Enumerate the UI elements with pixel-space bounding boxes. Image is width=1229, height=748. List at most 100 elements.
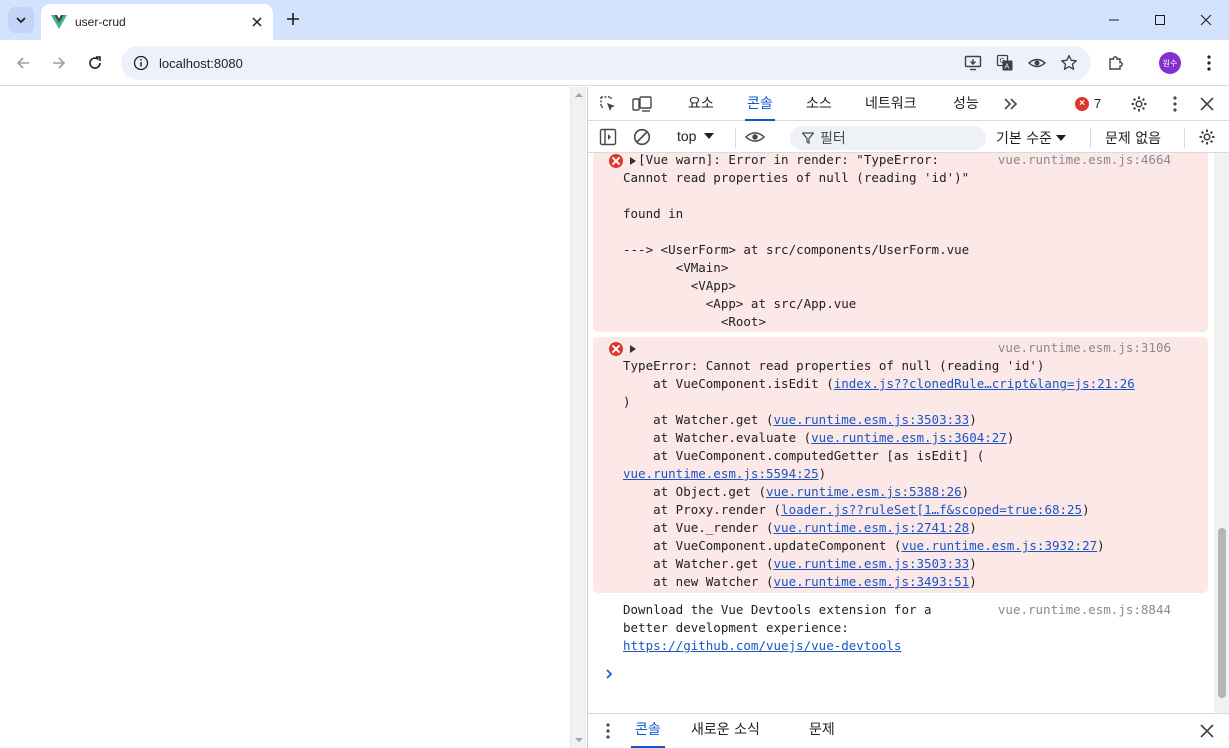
drawer-menu-icon[interactable] <box>598 721 618 741</box>
address-bar[interactable]: localhost:8080 GA <box>121 46 1091 80</box>
console-scrollbar[interactable] <box>1214 153 1229 713</box>
caret-down-icon <box>704 133 715 139</box>
scroll-down-icon[interactable] <box>575 736 583 744</box>
console-message-error[interactable]: [Vue warn]: Error in render: "TypeError:… <box>593 153 1208 332</box>
message-line: <App> at src/App.vue <box>623 296 857 311</box>
console-message-info[interactable]: Download the Vue Devtools extension for … <box>593 599 1208 659</box>
drawer-tab-issues[interactable]: 문제 <box>809 714 835 748</box>
context-value: top <box>677 128 697 144</box>
tab-network[interactable]: 네트워크 <box>865 87 917 121</box>
tab-sources[interactable]: 소스 <box>806 87 832 121</box>
console-toolbar: top 필터 기본 수준 문제 없음 <box>588 122 1229 153</box>
filter-placeholder: 필터 <box>820 131 846 147</box>
console-filter-input[interactable]: 필터 <box>790 126 986 150</box>
maximize-icon <box>1155 15 1165 25</box>
live-expression-eye-icon[interactable] <box>745 127 765 147</box>
tab-elements[interactable]: 요소 <box>688 87 714 121</box>
reload-icon <box>89 56 101 69</box>
page-scrollbar[interactable] <box>570 87 586 748</box>
devtools-menu-icon[interactable] <box>1165 94 1185 114</box>
message-source-link[interactable]: vue.runtime.esm.js:8844 <box>998 601 1171 619</box>
inspect-element-icon[interactable] <box>598 94 618 114</box>
window-close-button[interactable] <box>1183 0 1229 40</box>
devtools-drawer: 콘솔 새로운 소식 문제 <box>588 713 1229 748</box>
url-text: localhost:8080 <box>159 55 243 71</box>
message-line: better development experience: <box>623 620 849 635</box>
console-scrollbar-thumb[interactable] <box>1218 528 1226 698</box>
stack-source-link[interactable]: loader.js??ruleSet[1…f&scoped=true:68:25 <box>781 502 1082 517</box>
error-count-badge[interactable]: × 7 <box>1075 96 1101 111</box>
message-line: <Root> <box>623 314 766 329</box>
bookmark-star-icon[interactable] <box>1059 53 1079 73</box>
profile-avatar[interactable]: 원수 <box>1159 52 1181 74</box>
issues-button[interactable]: 문제 없음 <box>1105 128 1161 148</box>
stack-line: at Object.get (vue.runtime.esm.js:5388:2… <box>623 484 970 499</box>
stack-source-link[interactable]: vue.runtime.esm.js:5594:25 <box>623 466 819 481</box>
devtools-download-link[interactable]: https://github.com/vuejs/vue-devtools <box>623 638 901 653</box>
stack-source-link[interactable]: vue.runtime.esm.js:5388:26 <box>766 484 962 499</box>
reload-button[interactable] <box>83 51 107 75</box>
more-vert-icon <box>1207 55 1211 71</box>
extensions-button[interactable] <box>1104 51 1128 75</box>
stack-line: vue.runtime.esm.js:5594:25) <box>623 466 827 481</box>
stack-source-link[interactable]: vue.runtime.esm.js:3604:27 <box>811 430 1007 445</box>
site-info-icon[interactable] <box>131 53 151 73</box>
stack-source-link[interactable]: index.js??clonedRule…cript&lang=js:21:26 <box>834 376 1135 391</box>
devtools-close-icon[interactable] <box>1197 94 1217 114</box>
message-line: <VApp> <box>623 278 736 293</box>
devtools-settings-icon[interactable] <box>1129 94 1149 114</box>
arrow-right-icon <box>53 57 66 69</box>
more-tabs-icon[interactable] <box>1001 94 1021 114</box>
log-levels-dropdown[interactable]: 기본 수준 <box>996 128 1066 148</box>
back-button[interactable] <box>11 51 35 75</box>
forward-button[interactable] <box>47 51 71 75</box>
tab-performance[interactable]: 성능 <box>953 87 979 121</box>
browser-tab[interactable]: user-crud <box>41 4 273 40</box>
minimize-icon <box>1109 19 1119 21</box>
stack-source-link[interactable]: vue.runtime.esm.js:3503:33 <box>774 412 970 427</box>
message-line: found in <box>623 206 684 221</box>
chevron-down-icon <box>16 17 26 24</box>
console-output[interactable]: [Vue warn]: Error in render: "TypeError:… <box>588 153 1214 713</box>
stack-source-link[interactable]: vue.runtime.esm.js:2741:28 <box>774 520 970 535</box>
page-viewport[interactable] <box>0 87 570 748</box>
tab-search-button[interactable] <box>8 7 34 33</box>
devtools-panel: 요소 콘솔 소스 네트워크 성능 × 7 top 필터 기본 수준 문제 없음 … <box>587 87 1229 748</box>
new-tab-button[interactable] <box>282 8 304 30</box>
svg-text:A: A <box>1005 63 1010 71</box>
console-settings-icon[interactable] <box>1197 127 1217 147</box>
tab-close-button[interactable] <box>247 12 267 32</box>
console-prompt-icon[interactable] <box>604 669 614 679</box>
scroll-up-icon[interactable] <box>575 91 583 99</box>
device-toolbar-icon[interactable] <box>632 94 652 114</box>
sidebar-toggle-icon[interactable] <box>598 127 618 147</box>
stack-line: at VueComponent.isEdit (index.js??cloned… <box>623 376 1135 391</box>
clear-console-icon[interactable] <box>632 127 652 147</box>
drawer-tab-console[interactable]: 콘솔 <box>631 714 665 748</box>
error-message: TypeError: Cannot read properties of nul… <box>623 358 1045 373</box>
translate-icon[interactable]: GA <box>995 53 1015 73</box>
tab-title: user-crud <box>75 15 126 29</box>
stack-source-link[interactable]: vue.runtime.esm.js:3932:27 <box>901 538 1097 553</box>
browser-titlebar: user-crud <box>0 0 1229 40</box>
message-line: ---> <UserForm> at src/components/UserFo… <box>623 242 970 257</box>
stack-line: at VueComponent.computedGetter [as isEdi… <box>623 448 985 463</box>
minimize-button[interactable] <box>1091 0 1137 40</box>
drawer-tab-whats-new[interactable]: 새로운 소식 <box>691 714 760 748</box>
error-icon <box>609 154 623 168</box>
context-selector[interactable]: top <box>677 128 715 144</box>
error-count: 7 <box>1094 96 1102 111</box>
console-message-error[interactable]: vue.runtime.esm.js:3106 TypeError: Canno… <box>593 337 1208 593</box>
tab-console[interactable]: 콘솔 <box>745 87 775 121</box>
message-source-link[interactable]: vue.runtime.esm.js:4664 <box>998 153 1171 169</box>
install-app-icon[interactable] <box>963 53 983 73</box>
stack-source-link[interactable]: vue.runtime.esm.js:3503:33 <box>774 556 970 571</box>
message-source-link[interactable]: vue.runtime.esm.js:3106 <box>998 339 1171 357</box>
drawer-close-icon[interactable] <box>1197 721 1217 741</box>
eye-icon[interactable] <box>1027 53 1047 73</box>
maximize-button[interactable] <box>1137 0 1183 40</box>
browser-menu-button[interactable] <box>1197 51 1221 75</box>
stack-source-link[interactable]: vue.runtime.esm.js:3493:51 <box>774 574 970 589</box>
expand-triangle-icon[interactable] <box>630 345 636 353</box>
browser-toolbar: localhost:8080 GA 원수 <box>0 40 1229 86</box>
